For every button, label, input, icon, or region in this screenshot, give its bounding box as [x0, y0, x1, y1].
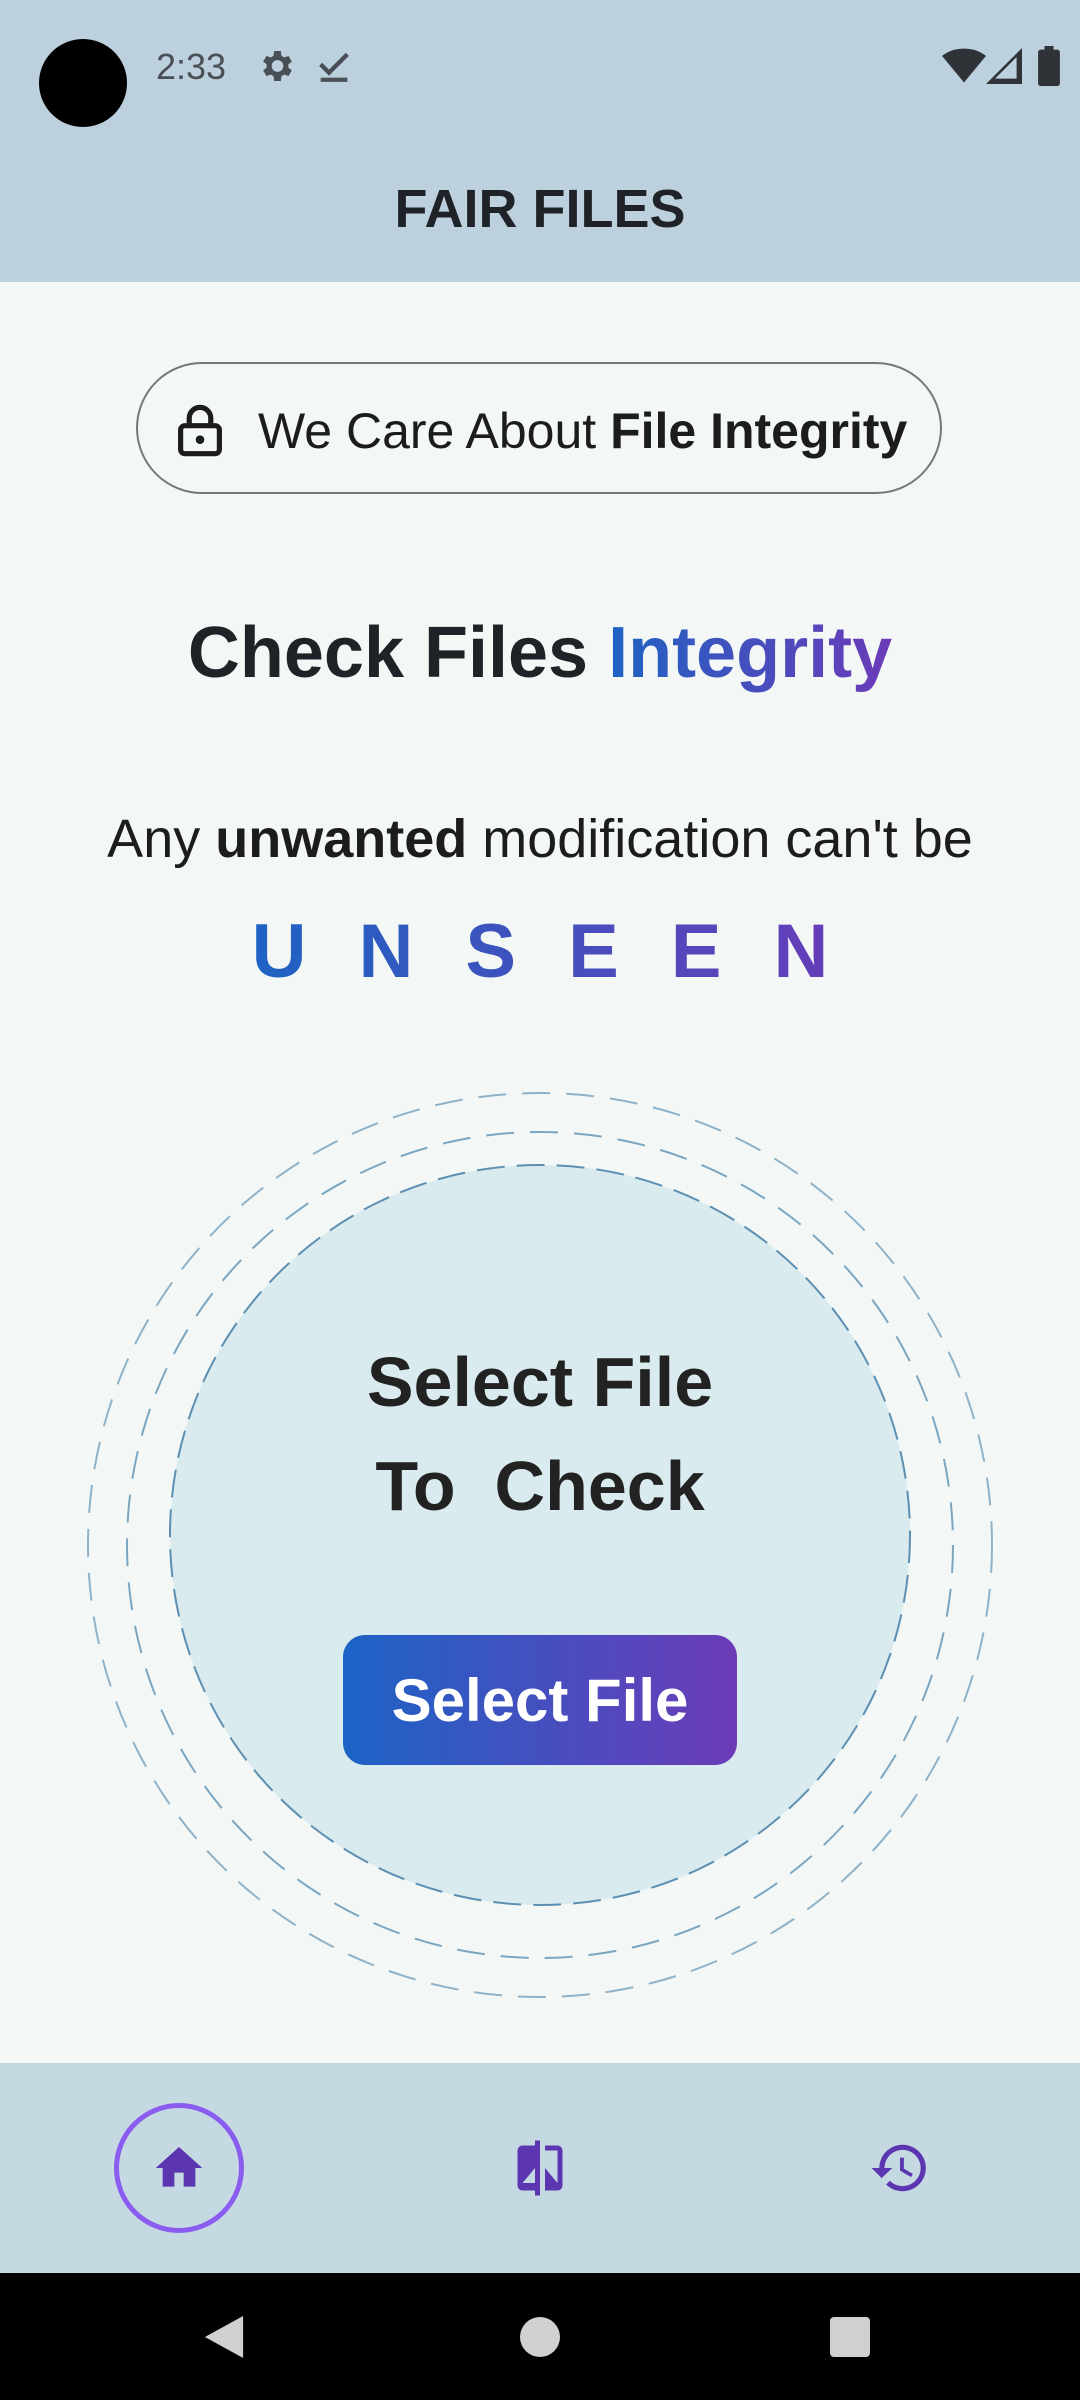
badge-text: We Care About File Integrity [258, 402, 907, 460]
compare-icon [517, 2140, 563, 2196]
lock-icon [178, 404, 222, 457]
status-time: 2:33 [156, 46, 227, 87]
nav-compare[interactable] [475, 2103, 605, 2233]
subtitle-post: modification can't be [467, 809, 973, 869]
select-file-button[interactable]: Select File [343, 1635, 737, 1765]
back-icon[interactable] [204, 2316, 244, 2358]
select-prompt-line1: Select File [366, 1343, 714, 1421]
task-done-icon [319, 52, 349, 82]
home-button-icon[interactable] [520, 2317, 560, 2357]
signal-icon [986, 48, 1022, 84]
subtitle-pre: Any [107, 809, 216, 869]
subtitle: Any unwanted modification can't be [0, 808, 1080, 870]
unseen-word: UNSEEN [251, 909, 881, 994]
subtitle-bold: unwanted [215, 809, 468, 869]
app-title: FAIR FILES [394, 179, 686, 239]
badge-text-bold: File Integrity [610, 403, 908, 459]
home-icon [155, 2147, 203, 2187]
heading-plain: Check Files [187, 613, 609, 693]
settings-icon [263, 51, 292, 81]
file-drop-circle [87, 1092, 993, 1998]
select-prompt: Select File To Check [0, 1330, 1080, 1538]
integrity-badge: We Care About File Integrity [136, 362, 942, 494]
badge-text-regular: We Care About [258, 403, 611, 459]
camera-cutout [39, 39, 127, 127]
recents-icon[interactable] [830, 2317, 870, 2357]
unseen-text: UNSEEN [0, 908, 1080, 995]
nav-history[interactable] [835, 2103, 965, 2233]
page-heading: Check Files Integrity [0, 612, 1080, 694]
history-icon [871, 2144, 926, 2192]
select-prompt-line2: To Check [375, 1447, 705, 1525]
nav-home[interactable] [114, 2103, 244, 2233]
wifi-icon [942, 48, 986, 83]
battery-icon [1038, 46, 1060, 86]
heading-accent: Integrity [608, 613, 893, 693]
